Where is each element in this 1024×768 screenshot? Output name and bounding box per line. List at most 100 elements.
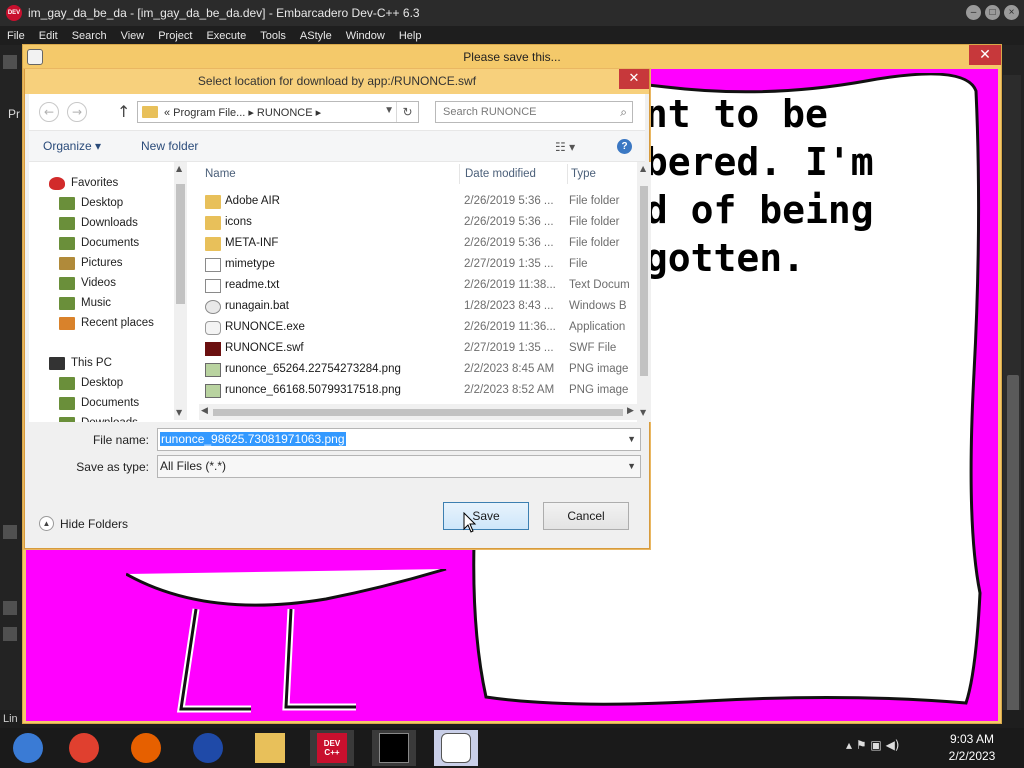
editor-scrollbar[interactable] — [1003, 75, 1021, 745]
taskbar-button[interactable] — [248, 730, 292, 766]
column-separator[interactable] — [567, 164, 568, 184]
back-button[interactable]: ← — [39, 102, 59, 122]
column-separator[interactable] — [459, 164, 460, 184]
menu-item-project[interactable]: Project — [158, 30, 192, 42]
file-row[interactable]: Adobe AIR 2/26/2019 5:36 ... File folder — [199, 192, 639, 213]
filename-input[interactable]: runonce_98625.73081971063.png ▼ — [157, 428, 641, 451]
file-row[interactable]: runonce_66168.50799317518.png 2/2/2023 8:… — [199, 381, 639, 402]
new-folder-button[interactable]: New folder — [141, 139, 198, 153]
downloads-folder-icon — [59, 216, 75, 230]
up-folder-button[interactable]: ↑ — [117, 102, 130, 121]
menu-item-file[interactable]: File — [7, 30, 25, 42]
nav-item-pictures[interactable]: Pictures — [59, 254, 123, 272]
scroll-left-icon[interactable]: ◀ — [201, 406, 208, 416]
maximize-icon[interactable]: □ — [985, 5, 1000, 20]
organize-button[interactable]: Organize ▾ — [43, 139, 101, 153]
menu-item-astyle[interactable]: AStyle — [300, 30, 332, 42]
taskbar-button[interactable] — [124, 730, 168, 766]
nav-item-this-pc[interactable]: This PC — [49, 354, 112, 372]
view-options-icon[interactable]: ☷ ▾ — [555, 140, 575, 154]
savetype-label: Save as type: — [76, 460, 149, 474]
flash-close-button[interactable]: ✕ — [969, 45, 1001, 65]
address-bar[interactable]: « Program File... ▸ RUNONCE ▸ ▼ ↻ — [137, 101, 419, 123]
help-icon[interactable]: ? — [617, 139, 632, 154]
clock[interactable]: 9:03 AM 2/2/2023 — [924, 731, 1020, 765]
chevron-down-icon[interactable]: ▼ — [627, 434, 636, 444]
column-header-type[interactable]: Type — [571, 168, 596, 180]
menu-item-tools[interactable]: Tools — [260, 30, 286, 42]
nav-item-downloads[interactable]: Downloads — [59, 214, 138, 232]
scroll-up-icon[interactable]: ▲ — [640, 164, 646, 173]
menu-item-help[interactable]: Help — [399, 30, 422, 42]
image-file-icon — [205, 384, 221, 398]
scroll-down-icon[interactable]: ▼ — [640, 408, 646, 417]
dialog-title[interactable]: Select location for download by app:/RUN… — [25, 69, 649, 94]
nav-item-videos[interactable]: Videos — [59, 274, 116, 292]
menu-item-search[interactable]: Search — [72, 30, 107, 42]
menu-item-view[interactable]: View — [121, 30, 145, 42]
taskbar-button[interactable] — [434, 730, 478, 766]
menu-item-execute[interactable]: Execute — [206, 30, 246, 42]
search-input[interactable]: Search RUNONCE ⌕ — [435, 101, 633, 123]
nav-item-documents[interactable]: Documents — [59, 394, 139, 412]
file-type: Windows B — [569, 300, 627, 312]
taskbar-button[interactable]: DEV C++ — [310, 730, 354, 766]
file-row[interactable]: RUNONCE.exe 2/26/2019 11:36... Application — [199, 318, 639, 339]
forward-button[interactable]: → — [67, 102, 87, 122]
minimize-icon[interactable]: – — [966, 5, 981, 20]
ide-titlebar[interactable]: DEV im_gay_da_be_da - [im_gay_da_be_da.d… — [0, 0, 1024, 26]
scroll-right-icon[interactable]: ▶ — [627, 406, 634, 416]
savetype-select[interactable]: All Files (*.*) ▼ — [157, 455, 641, 478]
file-row[interactable]: RUNONCE.swf 2/27/2019 1:35 ... SWF File — [199, 339, 639, 360]
scroll-up-icon[interactable]: ▲ — [176, 164, 182, 173]
editor-scrollbar-thumb[interactable] — [1007, 375, 1019, 745]
file-row[interactable]: runagain.bat 1/28/2023 8:43 ... Windows B — [199, 297, 639, 318]
taskbar-button[interactable] — [186, 730, 230, 766]
nav-item-recent-places[interactable]: Recent places — [59, 314, 154, 332]
recent-places-icon — [59, 316, 75, 330]
bunny-app-icon — [441, 733, 471, 763]
obama-logo-icon — [193, 733, 223, 763]
project-tab-fragment[interactable]: Pr — [8, 107, 20, 121]
scroll-down-icon[interactable]: ▼ — [176, 408, 182, 417]
folder-icon — [205, 237, 221, 251]
flash-window-titlebar[interactable]: Please save this... — [23, 45, 1001, 69]
hide-folders-button[interactable]: ▲ Hide Folders — [39, 516, 128, 531]
file-list-scrollbar-thumb[interactable] — [640, 186, 648, 376]
taskbar-button[interactable] — [6, 730, 50, 766]
menu-item-edit[interactable]: Edit — [39, 30, 58, 42]
nav-pane-scrollbar[interactable]: ▲ ▼ — [174, 162, 187, 420]
nav-item-favorites[interactable]: Favorites — [49, 174, 118, 192]
menu-item-window[interactable]: Window — [346, 30, 385, 42]
nav-item-desktop[interactable]: Desktop — [59, 374, 123, 392]
horizontal-scrollbar[interactable]: ◀ ▶ — [199, 404, 637, 420]
file-type: Text Docum — [569, 279, 630, 291]
chevron-down-icon[interactable]: ▼ — [627, 461, 636, 471]
column-header-date[interactable]: Date modified — [465, 168, 536, 180]
nav-pane-scrollbar-thumb[interactable] — [176, 184, 185, 304]
file-row[interactable]: META-INF 2/26/2019 5:36 ... File folder — [199, 234, 639, 255]
chevron-down-icon[interactable]: ▼ — [384, 105, 394, 116]
flash-file-icon — [205, 342, 221, 356]
system-tray-icons[interactable]: ▴ ⚑ ▣ ◀) — [846, 738, 899, 752]
cancel-button[interactable]: Cancel — [543, 502, 629, 530]
file-row[interactable]: runonce_65264.22754273284.png 2/2/2023 8:… — [199, 360, 639, 381]
nav-item-documents[interactable]: Documents — [59, 234, 139, 252]
flash-window-title: Please save this... — [463, 50, 561, 64]
nav-item-desktop[interactable]: Desktop — [59, 194, 123, 212]
file-row[interactable]: readme.txt 2/26/2019 11:38... Text Docum — [199, 276, 639, 297]
dialog-close-button[interactable]: ✕ — [619, 69, 649, 89]
nav-item-downloads[interactable]: Downloads — [59, 414, 138, 422]
taskbar-button[interactable] — [62, 730, 106, 766]
horizontal-scrollbar-thumb[interactable] — [213, 409, 623, 416]
nav-item-music[interactable]: Music — [59, 294, 111, 312]
refresh-button[interactable]: ↻ — [396, 102, 418, 122]
file-list-scrollbar[interactable]: ▲ ▼ — [637, 162, 651, 422]
savetype-value: All Files (*.*) — [160, 459, 227, 473]
column-header-name[interactable]: Name — [205, 168, 236, 180]
save-button[interactable]: Save — [443, 502, 529, 530]
file-row[interactable]: mimetype 2/27/2019 1:35 ... File — [199, 255, 639, 276]
file-row[interactable]: icons 2/26/2019 5:36 ... File folder — [199, 213, 639, 234]
taskbar-button[interactable] — [372, 730, 416, 766]
close-icon[interactable]: × — [1004, 5, 1019, 20]
